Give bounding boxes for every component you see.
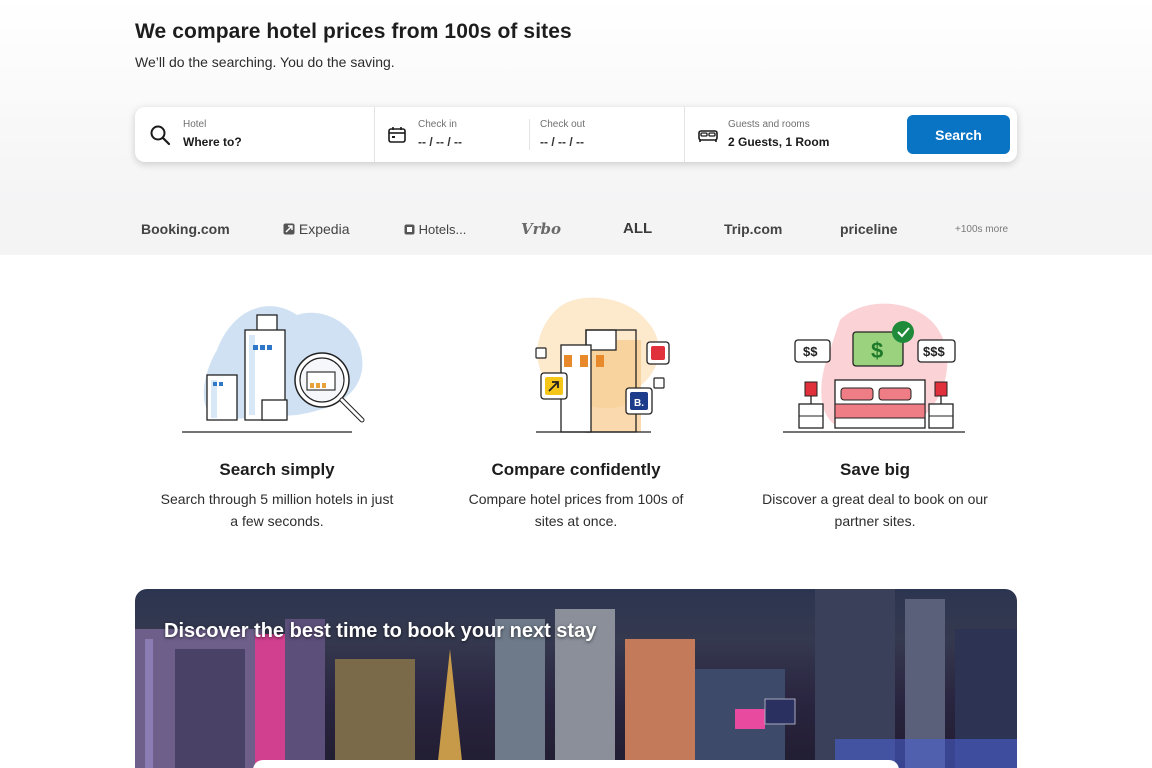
price-mid-text: $ — [871, 338, 883, 363]
price-low-text: $$ — [803, 344, 818, 359]
expedia-logo: Expedia — [283, 221, 349, 237]
all-logo-text: ALL — [623, 220, 653, 237]
feature-compare-confidently: B. — [426, 290, 726, 440]
vrbo-logo: Vrbo — [521, 220, 561, 238]
booking-logo-text: Booking.com — [141, 221, 230, 237]
feature-description: Compare hotel prices from 100s of sites … — [468, 491, 684, 529]
search-bar: Hotel Where to? Check in -- / -- / -- Ch… — [135, 107, 1017, 162]
checkout-label: Check out — [540, 119, 586, 130]
booking-logo: Booking.com — [141, 221, 230, 237]
feature-title: Save big — [840, 460, 910, 479]
more-partners-text: +100s more — [955, 224, 1009, 235]
checkout-field[interactable]: Check out -- / -- / -- — [530, 107, 684, 162]
feature-search-simply — [127, 290, 427, 440]
page-title: We compare hotel prices from 100s of sit… — [135, 20, 572, 43]
destination-field[interactable]: Hotel Where to? — [135, 107, 375, 162]
feature-title: Search simply — [219, 460, 335, 479]
priceline-logo-text: priceline — [840, 221, 898, 237]
bed-icon — [698, 130, 718, 142]
guests-label: Guests and rooms — [728, 119, 810, 130]
search-icon — [150, 125, 171, 146]
checkin-field[interactable]: Check in -- / -- / -- — [375, 107, 530, 162]
banner-title: Discover the best time to book your next… — [164, 620, 597, 642]
promo-banner[interactable]: Discover the best time to book your next… — [135, 589, 1017, 768]
feature-description: Search through 5 million hotels in just … — [160, 491, 394, 529]
hotels-logo-text: Hotels... — [418, 222, 467, 237]
page-subtitle: We’ll do the searching. You do the savin… — [135, 54, 395, 70]
checkin-label: Check in — [418, 119, 457, 130]
expedia-icon — [283, 223, 295, 235]
trip-logo: Trip.com — [724, 221, 782, 237]
hero-section: We compare hotel prices from 100s of sit… — [0, 0, 1152, 205]
all-accor-logo: ALL — [623, 220, 652, 237]
calendar-icon — [388, 127, 406, 143]
city-skyline-image — [135, 589, 1017, 768]
feature-save-big: $$ $ $$$ — [725, 290, 1025, 440]
guests-input[interactable]: 2 Guests, 1 Room — [728, 135, 829, 149]
booking-badge: B. — [634, 398, 644, 409]
save-deal-illustration: $$ $ $$$ — [783, 303, 965, 433]
search-button[interactable]: Search — [907, 115, 1010, 154]
feature-description: Discover a great deal to book on our par… — [762, 491, 988, 529]
checkout-input[interactable]: -- / -- / -- — [540, 135, 584, 149]
price-high-text: $$$ — [923, 344, 945, 359]
priceline-logo: priceline — [840, 221, 898, 237]
trip-logo-text: Trip.com — [724, 221, 783, 237]
hotels-logo: Hotels... — [404, 222, 466, 237]
hotels-icon — [404, 224, 415, 235]
guests-field[interactable]: Guests and rooms 2 Guests, 1 Room — [685, 107, 900, 162]
vrbo-logo-text: Vrbo — [521, 220, 562, 238]
feature-title: Compare confidently — [491, 460, 661, 479]
partner-logos: Booking.com Expedia Hotels... Vrbo ALL T… — [0, 205, 1152, 255]
checkin-input[interactable]: -- / -- / -- — [418, 135, 462, 149]
city-search-illustration — [182, 306, 365, 433]
banner-card — [253, 760, 899, 768]
compare-sites-illustration: B. — [535, 297, 670, 433]
destination-input[interactable]: Where to? — [183, 135, 242, 149]
expedia-logo-text: Expedia — [298, 221, 350, 237]
destination-label: Hotel — [183, 119, 207, 130]
